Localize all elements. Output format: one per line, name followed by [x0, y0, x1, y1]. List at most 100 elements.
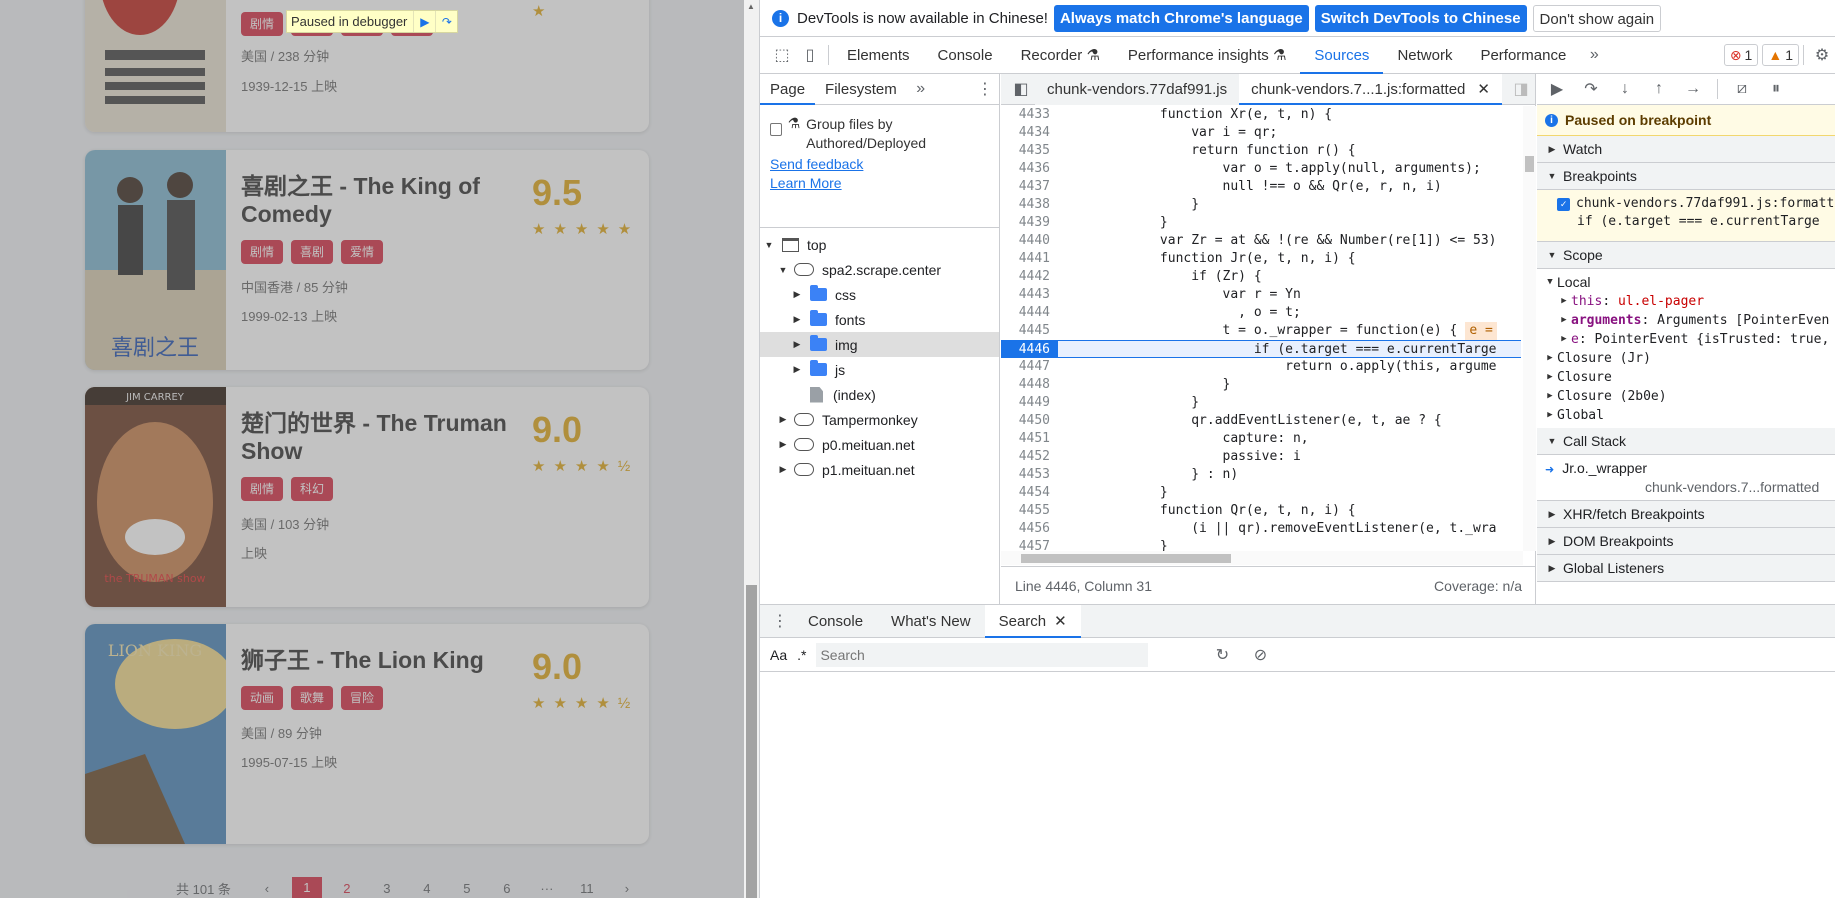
- collapsed-arrow-icon[interactable]: ▶: [776, 464, 790, 475]
- refresh-icon[interactable]: ↻: [1208, 641, 1236, 669]
- section-xhr-breakpoints[interactable]: ▶ XHR/fetch Breakpoints: [1537, 501, 1835, 528]
- line-number[interactable]: 4455: [1001, 502, 1058, 520]
- line-number[interactable]: 4439: [1001, 214, 1058, 232]
- tree-item-top[interactable]: ▼ top: [760, 232, 999, 257]
- scope-var[interactable]: ▶ this: ul.el-pager: [1543, 292, 1835, 311]
- file-tab-active[interactable]: chunk-vendors.7...1.js:formatted ✕: [1239, 73, 1502, 105]
- tree-item-domain[interactable]: ▶ p1.meituan.net: [760, 457, 999, 482]
- switch-chinese-button[interactable]: Switch DevTools to Chinese: [1314, 4, 1527, 32]
- kebab-menu-icon[interactable]: ⋮: [971, 75, 999, 103]
- deactivate-breakpoints-icon[interactable]: ⧄: [1728, 75, 1756, 103]
- tree-item-folder[interactable]: ▶ img: [760, 332, 999, 357]
- pager-page[interactable]: 4: [407, 881, 447, 896]
- tree-item-folder[interactable]: ▶ css: [760, 282, 999, 307]
- breakpoint-item[interactable]: ✓ chunk-vendors.77daf991.js:formatted:4 i…: [1537, 190, 1835, 242]
- resume-icon[interactable]: ▶: [413, 11, 435, 32]
- tree-item-domain[interactable]: ▼ spa2.scrape.center: [760, 257, 999, 282]
- line-number[interactable]: 4445: [1001, 322, 1058, 340]
- movie-title[interactable]: 狮子王 - The Lion King: [241, 646, 531, 674]
- tree-item-file[interactable]: (index): [760, 382, 999, 407]
- close-icon[interactable]: ✕: [1054, 613, 1067, 630]
- line-number[interactable]: 4448: [1001, 376, 1058, 394]
- line-number[interactable]: 4447: [1001, 358, 1058, 376]
- collapsed-arrow-icon[interactable]: ▶: [790, 339, 804, 350]
- code-view[interactable]: 4433 function Xr(e, t, n) { 4434 var i =…: [1001, 106, 1521, 551]
- movie-card[interactable]: LION KING 狮子王 - The Lion King 动画 歌舞 冒险 美…: [85, 624, 649, 844]
- line-number[interactable]: 4434: [1001, 124, 1058, 142]
- scrollbar-thumb[interactable]: [1021, 554, 1231, 563]
- error-count[interactable]: ⊗ 1: [1723, 44, 1759, 66]
- coverage-status[interactable]: Coverage: n/a: [1434, 578, 1522, 594]
- movie-card[interactable]: 喜剧之王 喜剧之王 - The King of Comedy 剧情 喜剧 爱情 …: [85, 150, 649, 370]
- scope-closure[interactable]: ▶ Closure (2b0e): [1543, 387, 1835, 406]
- line-number[interactable]: 4456: [1001, 520, 1058, 538]
- expanded-arrow-icon[interactable]: ▼: [776, 265, 790, 275]
- tree-item-domain[interactable]: ▶ Tampermonkey: [760, 407, 999, 432]
- section-call-stack[interactable]: ▼ Call Stack: [1537, 428, 1835, 455]
- toggle-debugger-icon[interactable]: ◨: [1507, 75, 1535, 103]
- scope-var[interactable]: ▶ e: PointerEvent {isTrusted: true,: [1543, 330, 1835, 349]
- tab-console[interactable]: Console: [924, 37, 1007, 74]
- drawer-tab-whats-new[interactable]: What's New: [877, 605, 985, 638]
- toggle-navigator-icon[interactable]: ◧: [1007, 75, 1035, 103]
- search-input[interactable]: [816, 642, 1149, 667]
- step-icon[interactable]: →: [1679, 75, 1707, 103]
- line-number[interactable]: 4450: [1001, 412, 1058, 430]
- line-number[interactable]: 4443: [1001, 286, 1058, 304]
- section-global-listeners[interactable]: ▶ Global Listeners: [1537, 555, 1835, 582]
- tree-item-domain[interactable]: ▶ p0.meituan.net: [760, 432, 999, 457]
- scope-local[interactable]: ▼ Local: [1543, 273, 1835, 292]
- scope-global[interactable]: ▶ Global: [1543, 406, 1835, 425]
- close-icon[interactable]: ✕: [1477, 81, 1490, 98]
- pager-page[interactable]: 6: [487, 881, 527, 896]
- drawer-tab-search[interactable]: Search ✕: [984, 604, 1081, 638]
- line-number[interactable]: 4436: [1001, 160, 1058, 178]
- file-tab[interactable]: chunk-vendors.77daf991.js: [1035, 73, 1240, 105]
- scroll-up-icon[interactable]: ▲: [747, 2, 755, 11]
- scrollbar-thumb[interactable]: [1525, 156, 1534, 172]
- line-number[interactable]: 4435: [1001, 142, 1058, 160]
- step-over-icon[interactable]: ↷: [435, 11, 457, 32]
- pager-page[interactable]: 5: [447, 881, 487, 896]
- tab-network[interactable]: Network: [1383, 37, 1466, 74]
- scope-closure[interactable]: ▶ Closure: [1543, 368, 1835, 387]
- section-watch[interactable]: ▶ Watch: [1537, 136, 1835, 163]
- clear-icon[interactable]: ⊘: [1246, 641, 1274, 669]
- more-tabs-icon[interactable]: »: [1580, 41, 1608, 69]
- pager-more[interactable]: ···: [527, 881, 567, 896]
- collapsed-arrow-icon[interactable]: ▶: [790, 289, 804, 300]
- more-tabs-icon[interactable]: »: [907, 75, 935, 103]
- scope-closure[interactable]: ▶ Closure (Jr): [1543, 349, 1835, 368]
- tab-performance[interactable]: Performance: [1466, 37, 1580, 74]
- movie-title[interactable]: 喜剧之王 - The King of Comedy: [241, 172, 531, 228]
- tree-item-folder[interactable]: ▶ fonts: [760, 307, 999, 332]
- line-number[interactable]: 4440: [1001, 232, 1058, 250]
- scope-var[interactable]: ▶ arguments: Arguments [PointerEven: [1543, 311, 1835, 330]
- tree-item-folder[interactable]: ▶ js: [760, 357, 999, 382]
- send-feedback-link[interactable]: Send feedback: [770, 156, 989, 172]
- line-number[interactable]: 4438: [1001, 196, 1058, 214]
- inspect-element-icon[interactable]: ⬚: [768, 41, 796, 69]
- collapsed-arrow-icon[interactable]: ▶: [776, 439, 790, 450]
- drawer-menu-icon[interactable]: ⋮: [766, 607, 794, 635]
- section-breakpoints[interactable]: ▼ Breakpoints: [1537, 163, 1835, 190]
- line-number[interactable]: 4433: [1001, 106, 1058, 124]
- pager-page[interactable]: 3: [367, 881, 407, 896]
- pager-page[interactable]: 1: [291, 877, 322, 898]
- line-number[interactable]: 4437: [1001, 178, 1058, 196]
- line-number[interactable]: 4449: [1001, 394, 1058, 412]
- tab-filesystem[interactable]: Filesystem: [815, 74, 907, 105]
- page-scrollbar[interactable]: ▲: [744, 0, 759, 898]
- breakpoint-marker[interactable]: 4446: [1001, 341, 1058, 357]
- pager-prev[interactable]: ‹: [247, 881, 287, 896]
- editor-horizontal-scrollbar[interactable]: [1001, 551, 1523, 565]
- collapsed-arrow-icon[interactable]: ▶: [790, 364, 804, 375]
- tab-elements[interactable]: Elements: [833, 37, 924, 74]
- collapsed-arrow-icon[interactable]: ▶: [790, 314, 804, 325]
- pager-page[interactable]: 2: [327, 881, 367, 896]
- tab-performance-insights[interactable]: Performance insights ⚗: [1114, 37, 1301, 74]
- pager-next[interactable]: ›: [607, 881, 647, 896]
- step-into-icon[interactable]: ↓: [1611, 75, 1639, 103]
- learn-more-link[interactable]: Learn More: [770, 175, 989, 191]
- expanded-arrow-icon[interactable]: ▼: [762, 240, 776, 250]
